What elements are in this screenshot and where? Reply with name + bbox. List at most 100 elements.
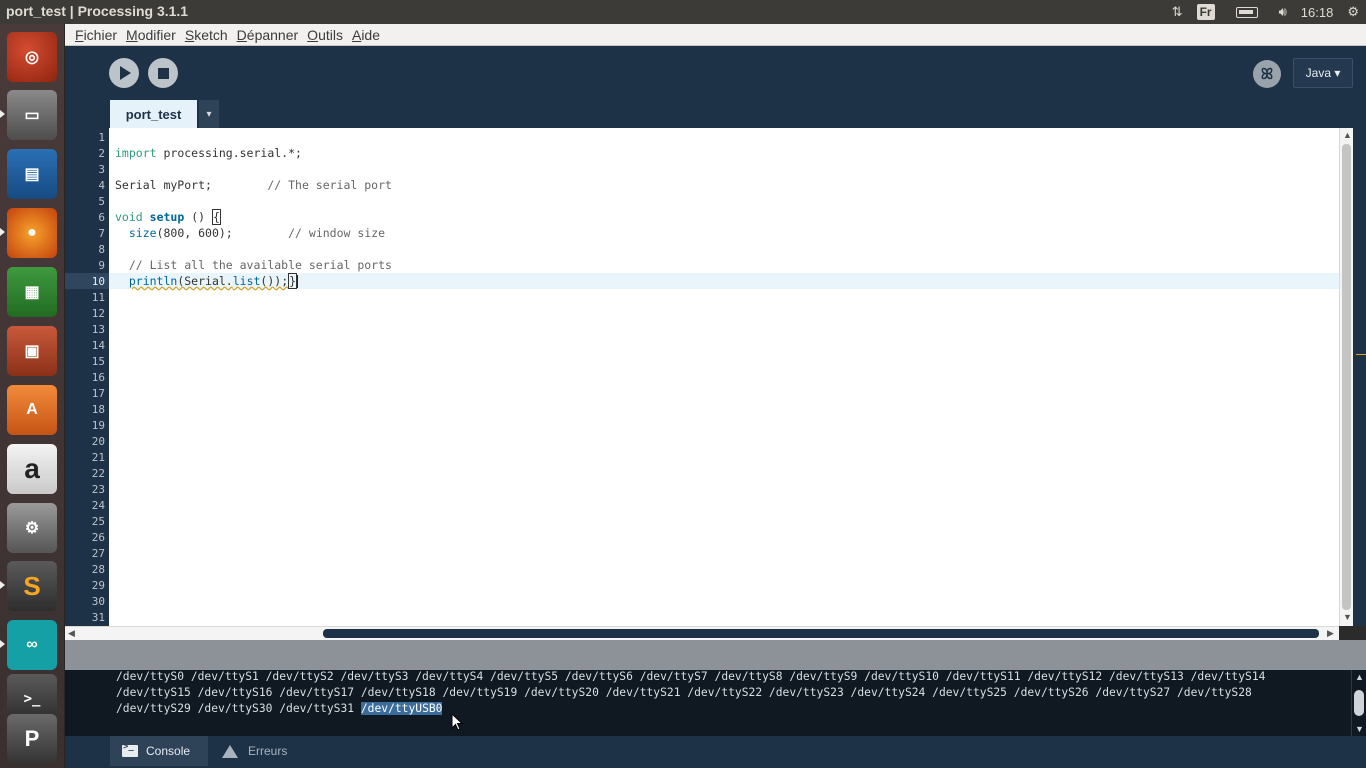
line-number: 28 <box>91 563 105 576</box>
system-tray: ⇅ Fr 🔊︎ 16:18 ⚙ <box>1165 0 1366 24</box>
tab-errors[interactable]: Erreurs <box>210 736 300 766</box>
editor-vertical-scrollbar[interactable]: ▲ ▼ <box>1339 128 1353 626</box>
line-number: 8 <box>98 243 105 256</box>
volume-icon[interactable]: 🔊︎ <box>1279 4 1287 20</box>
line-number: 14 <box>91 339 105 352</box>
line-number: 1 <box>98 131 105 144</box>
line-number: 25 <box>91 515 105 528</box>
run-button[interactable] <box>109 58 139 88</box>
sublime-text-icon[interactable]: S <box>7 561 57 611</box>
line-number: 5 <box>98 195 105 208</box>
vertical-scroll-thumb[interactable] <box>1342 144 1351 610</box>
line-number: 20 <box>91 435 105 448</box>
firefox-icon[interactable]: ● <box>7 208 57 258</box>
running-indicator-icon <box>0 110 5 118</box>
scroll-left-icon[interactable]: ◀ <box>68 628 75 639</box>
menu-fichier[interactable]: Fichier <box>75 27 117 43</box>
horizontal-scroll-thumb[interactable] <box>323 629 1319 638</box>
console-scrollbar[interactable]: ▲ ▼ <box>1351 670 1366 736</box>
menu-depanner[interactable]: Dépanner <box>237 27 299 43</box>
stop-button[interactable] <box>148 58 178 88</box>
line-number: 31 <box>91 611 105 624</box>
menu-aide[interactable]: Aide <box>352 27 380 43</box>
network-transfer-icon[interactable]: ⇅ <box>1172 4 1183 20</box>
code-line-9[interactable]: // List all the available serial ports <box>115 258 392 272</box>
processing-icon[interactable]: P <box>7 714 57 764</box>
files-icon[interactable]: ▭ <box>7 90 57 140</box>
line-number: 24 <box>91 499 105 512</box>
error-marker-column <box>1353 128 1366 626</box>
line-number: 2 <box>98 147 105 160</box>
menu-modifier[interactable]: Modifier <box>126 27 176 43</box>
calc-icon[interactable]: ▦ <box>7 267 57 317</box>
line-number: 26 <box>91 531 105 544</box>
system-top-bar: port_test | Processing 3.1.1 ⇅ Fr 🔊︎ 16:… <box>0 0 1366 24</box>
running-indicator-icon <box>0 640 5 648</box>
scroll-right-icon[interactable]: ▶ <box>1327 628 1334 639</box>
debug-mode-button[interactable]: ꕤ <box>1253 60 1281 88</box>
play-icon <box>120 66 131 80</box>
mouse-pointer-icon <box>451 713 463 731</box>
software-center-icon[interactable]: A <box>7 385 57 435</box>
line-number: 13 <box>91 323 105 336</box>
line-number: 30 <box>91 595 105 608</box>
clock[interactable]: 16:18 <box>1301 5 1334 20</box>
scroll-down-icon[interactable]: ▼ <box>1355 724 1364 734</box>
line-number: 23 <box>91 483 105 496</box>
code-editor[interactable]: import processing.serial.*; Serial myPor… <box>109 128 1339 626</box>
gear-icon[interactable]: ⚙ <box>1347 4 1359 20</box>
console-output[interactable]: /dev/ttyS0 /dev/ttyS1 /dev/ttyS2 /dev/tt… <box>65 670 1351 736</box>
menu-sketch[interactable]: Sketch <box>185 27 228 43</box>
line-number: 21 <box>91 451 105 464</box>
line-number: 17 <box>91 387 105 400</box>
code-line-4[interactable]: Serial myPort; // The serial port <box>115 178 392 192</box>
tab-errors-label: Erreurs <box>248 744 288 758</box>
console-line: /dev/ttyS15 /dev/ttyS16 /dev/ttyS17 /dev… <box>116 686 1252 699</box>
ubuntu-icon[interactable]: ◎ <box>7 32 57 82</box>
line-number: 22 <box>91 467 105 480</box>
unity-launcher: ◎ ▭ ▤ ● ▦ ▣ A a ⚙ S ∞ >_ P <box>0 24 65 768</box>
tab-menu-button[interactable]: ▾ <box>199 100 219 128</box>
selected-text: /dev/ttyUSB0 <box>360 702 443 715</box>
writer-icon[interactable]: ▤ <box>7 149 57 199</box>
scroll-down-icon[interactable]: ▼ <box>1343 612 1352 622</box>
code-line-2[interactable]: import processing.serial.*; <box>115 146 302 160</box>
system-settings-icon[interactable]: ⚙ <box>7 503 57 553</box>
menu-outils[interactable]: Outils <box>307 27 343 43</box>
code-line-7[interactable]: size(800, 600); // window size <box>115 226 385 240</box>
line-number: 27 <box>91 547 105 560</box>
amazon-icon[interactable]: a <box>7 444 57 494</box>
scroll-up-icon[interactable]: ▲ <box>1355 672 1364 682</box>
mode-selector[interactable]: Java ▾ <box>1293 58 1353 88</box>
code-line-6[interactable]: void setup () { <box>115 209 221 225</box>
tab-console[interactable]: Console <box>110 736 208 766</box>
line-number-current: 10 <box>91 275 105 288</box>
console-line: /dev/ttyS29 /dev/ttyS30 /dev/ttyS31 /dev… <box>116 702 443 715</box>
running-indicator-icon <box>0 581 5 589</box>
status-bar[interactable] <box>65 640 1366 670</box>
stop-icon <box>157 67 169 79</box>
butterfly-icon: ꕤ <box>1260 65 1274 83</box>
code-line-10[interactable]: println(Serial.list());} <box>115 273 299 289</box>
processing-toolbar: ꕤ Java ▾ <box>65 46 1366 128</box>
line-number: 16 <box>91 371 105 384</box>
line-number: 18 <box>91 403 105 416</box>
line-number: 15 <box>91 355 105 368</box>
impress-icon[interactable]: ▣ <box>7 326 57 376</box>
line-number: 3 <box>98 163 105 176</box>
line-number: 12 <box>91 307 105 320</box>
editor-horizontal-scrollbar[interactable]: ◀ ▶ <box>65 626 1339 640</box>
tab-port-test[interactable]: port_test <box>110 100 197 128</box>
warning-icon <box>222 744 238 758</box>
line-number: 7 <box>98 227 105 240</box>
battery-icon[interactable] <box>1229 6 1265 18</box>
scroll-up-icon[interactable]: ▲ <box>1343 130 1352 140</box>
arduino-icon[interactable]: ∞ <box>7 620 57 670</box>
keyboard-language-indicator[interactable]: Fr <box>1196 4 1215 20</box>
running-indicator-icon <box>0 228 5 236</box>
line-number-gutter: 1 2 3 4 5 6 7 8 9 10 11 12 13 14 15 16 1… <box>65 128 109 626</box>
console-tabs-bar: Console Erreurs <box>65 736 1366 768</box>
warning-marker[interactable] <box>1356 354 1366 355</box>
tab-console-label: Console <box>146 744 191 758</box>
console-scroll-thumb[interactable] <box>1354 690 1364 716</box>
